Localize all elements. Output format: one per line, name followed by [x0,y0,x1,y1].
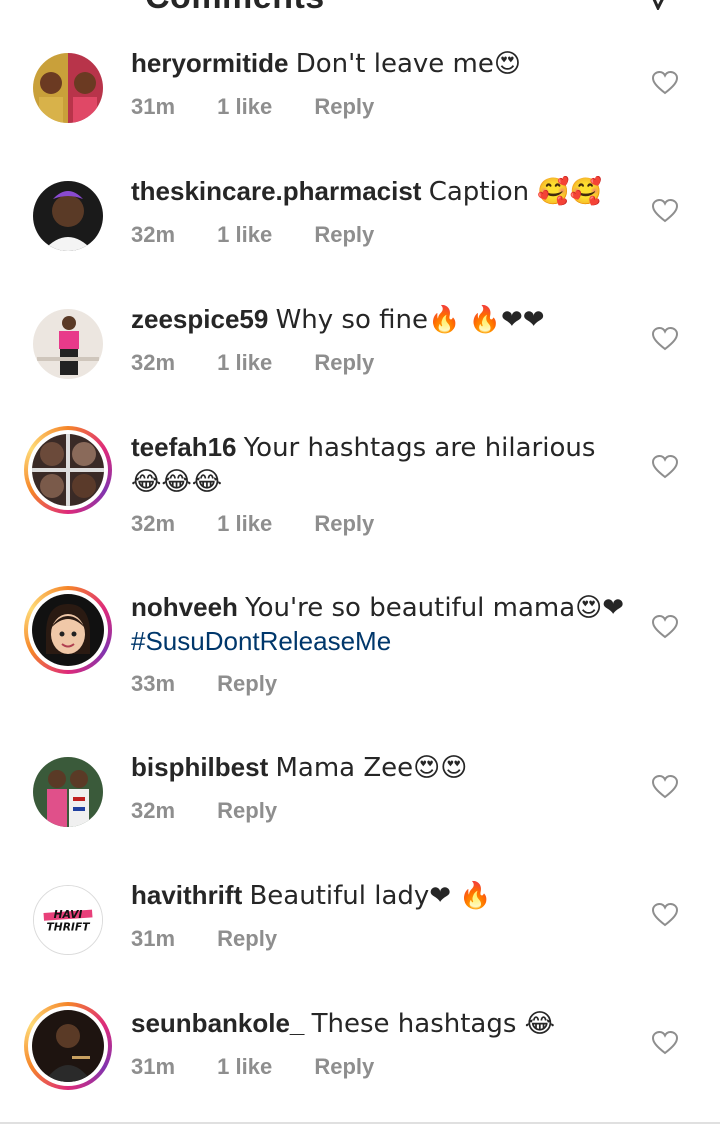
comment-username[interactable]: teefah16 [131,432,237,462]
comment-username[interactable]: seunbankole_ [131,1008,304,1038]
divider [0,1122,720,1124]
comment-text: Mama Zee😍😍 [275,753,468,783]
comment-time: 31m [131,1054,176,1079]
comment-time: 31m [131,926,176,951]
comment-text: Beautiful lady❤ 🔥 [249,881,492,911]
heart-outline-icon[interactable] [652,775,678,799]
comment-text: Caption 🥰🥰 [428,177,603,207]
heart-outline-icon[interactable] [652,71,678,95]
send-icon[interactable] [644,0,674,10]
reply-button[interactable]: Reply [217,926,277,952]
comment-text: Don't leave me😍 [295,49,521,79]
heart-outline-icon[interactable] [652,199,678,223]
comment-likes[interactable]: 1 like [217,350,272,376]
reply-button[interactable]: Reply [314,511,374,537]
avatar[interactable] [33,53,103,123]
comment-username[interactable]: theskincare.pharmacist [131,176,421,206]
comment-text: These hashtags 😂 [311,1009,556,1039]
avatar-logo-line2: THRIFT [47,921,91,934]
reply-button[interactable]: Reply [217,671,277,697]
comment-time: 32m [131,350,176,375]
heart-outline-icon[interactable] [652,455,678,479]
comment-likes[interactable]: 1 like [217,222,272,248]
comment-likes[interactable]: 1 like [217,94,272,120]
comment-text: You're so beautiful mama😍❤ [245,593,625,623]
comment-time: 33m [131,671,176,696]
avatar-with-story-ring[interactable] [24,586,112,674]
reply-button[interactable]: Reply [314,350,374,376]
avatar[interactable] [33,309,103,379]
avatar-logo-line1: HAVI [54,908,83,921]
comment-time: 32m [131,222,176,247]
reply-button[interactable]: Reply [314,94,374,120]
heart-outline-icon[interactable] [652,615,678,639]
comment-likes[interactable]: 1 like [217,511,272,537]
avatar[interactable] [33,757,103,827]
comment-username[interactable]: havithrift [131,880,242,910]
page-title: Comments [145,0,325,14]
hashtag-link[interactable]: #SusuDontReleaseMe [131,626,391,656]
comment-time: 32m [131,798,176,823]
avatar-with-story-ring[interactable] [24,426,112,514]
reply-button[interactable]: Reply [314,1054,374,1080]
header: Comments [0,0,720,14]
avatar-with-story-ring[interactable] [24,1002,112,1090]
heart-outline-icon[interactable] [652,327,678,351]
comment-likes[interactable]: 1 like [217,1054,272,1080]
reply-button[interactable]: Reply [217,798,277,824]
comment-username[interactable]: zeespice59 [131,304,268,334]
avatar[interactable]: HAVI THRIFT [33,885,103,955]
comment-username[interactable]: heryormitide [131,48,289,78]
comment-time: 31m [131,94,176,119]
comment-username[interactable]: bisphilbest [131,752,268,782]
avatar[interactable] [33,181,103,251]
comment-text: Why so fine🔥 🔥❤❤ [275,305,545,335]
reply-button[interactable]: Reply [314,222,374,248]
heart-outline-icon[interactable] [652,903,678,927]
back-arrow-icon[interactable] [32,0,60,6]
comment-time: 32m [131,511,176,536]
heart-outline-icon[interactable] [652,1031,678,1055]
comment-username[interactable]: nohveeh [131,592,238,622]
